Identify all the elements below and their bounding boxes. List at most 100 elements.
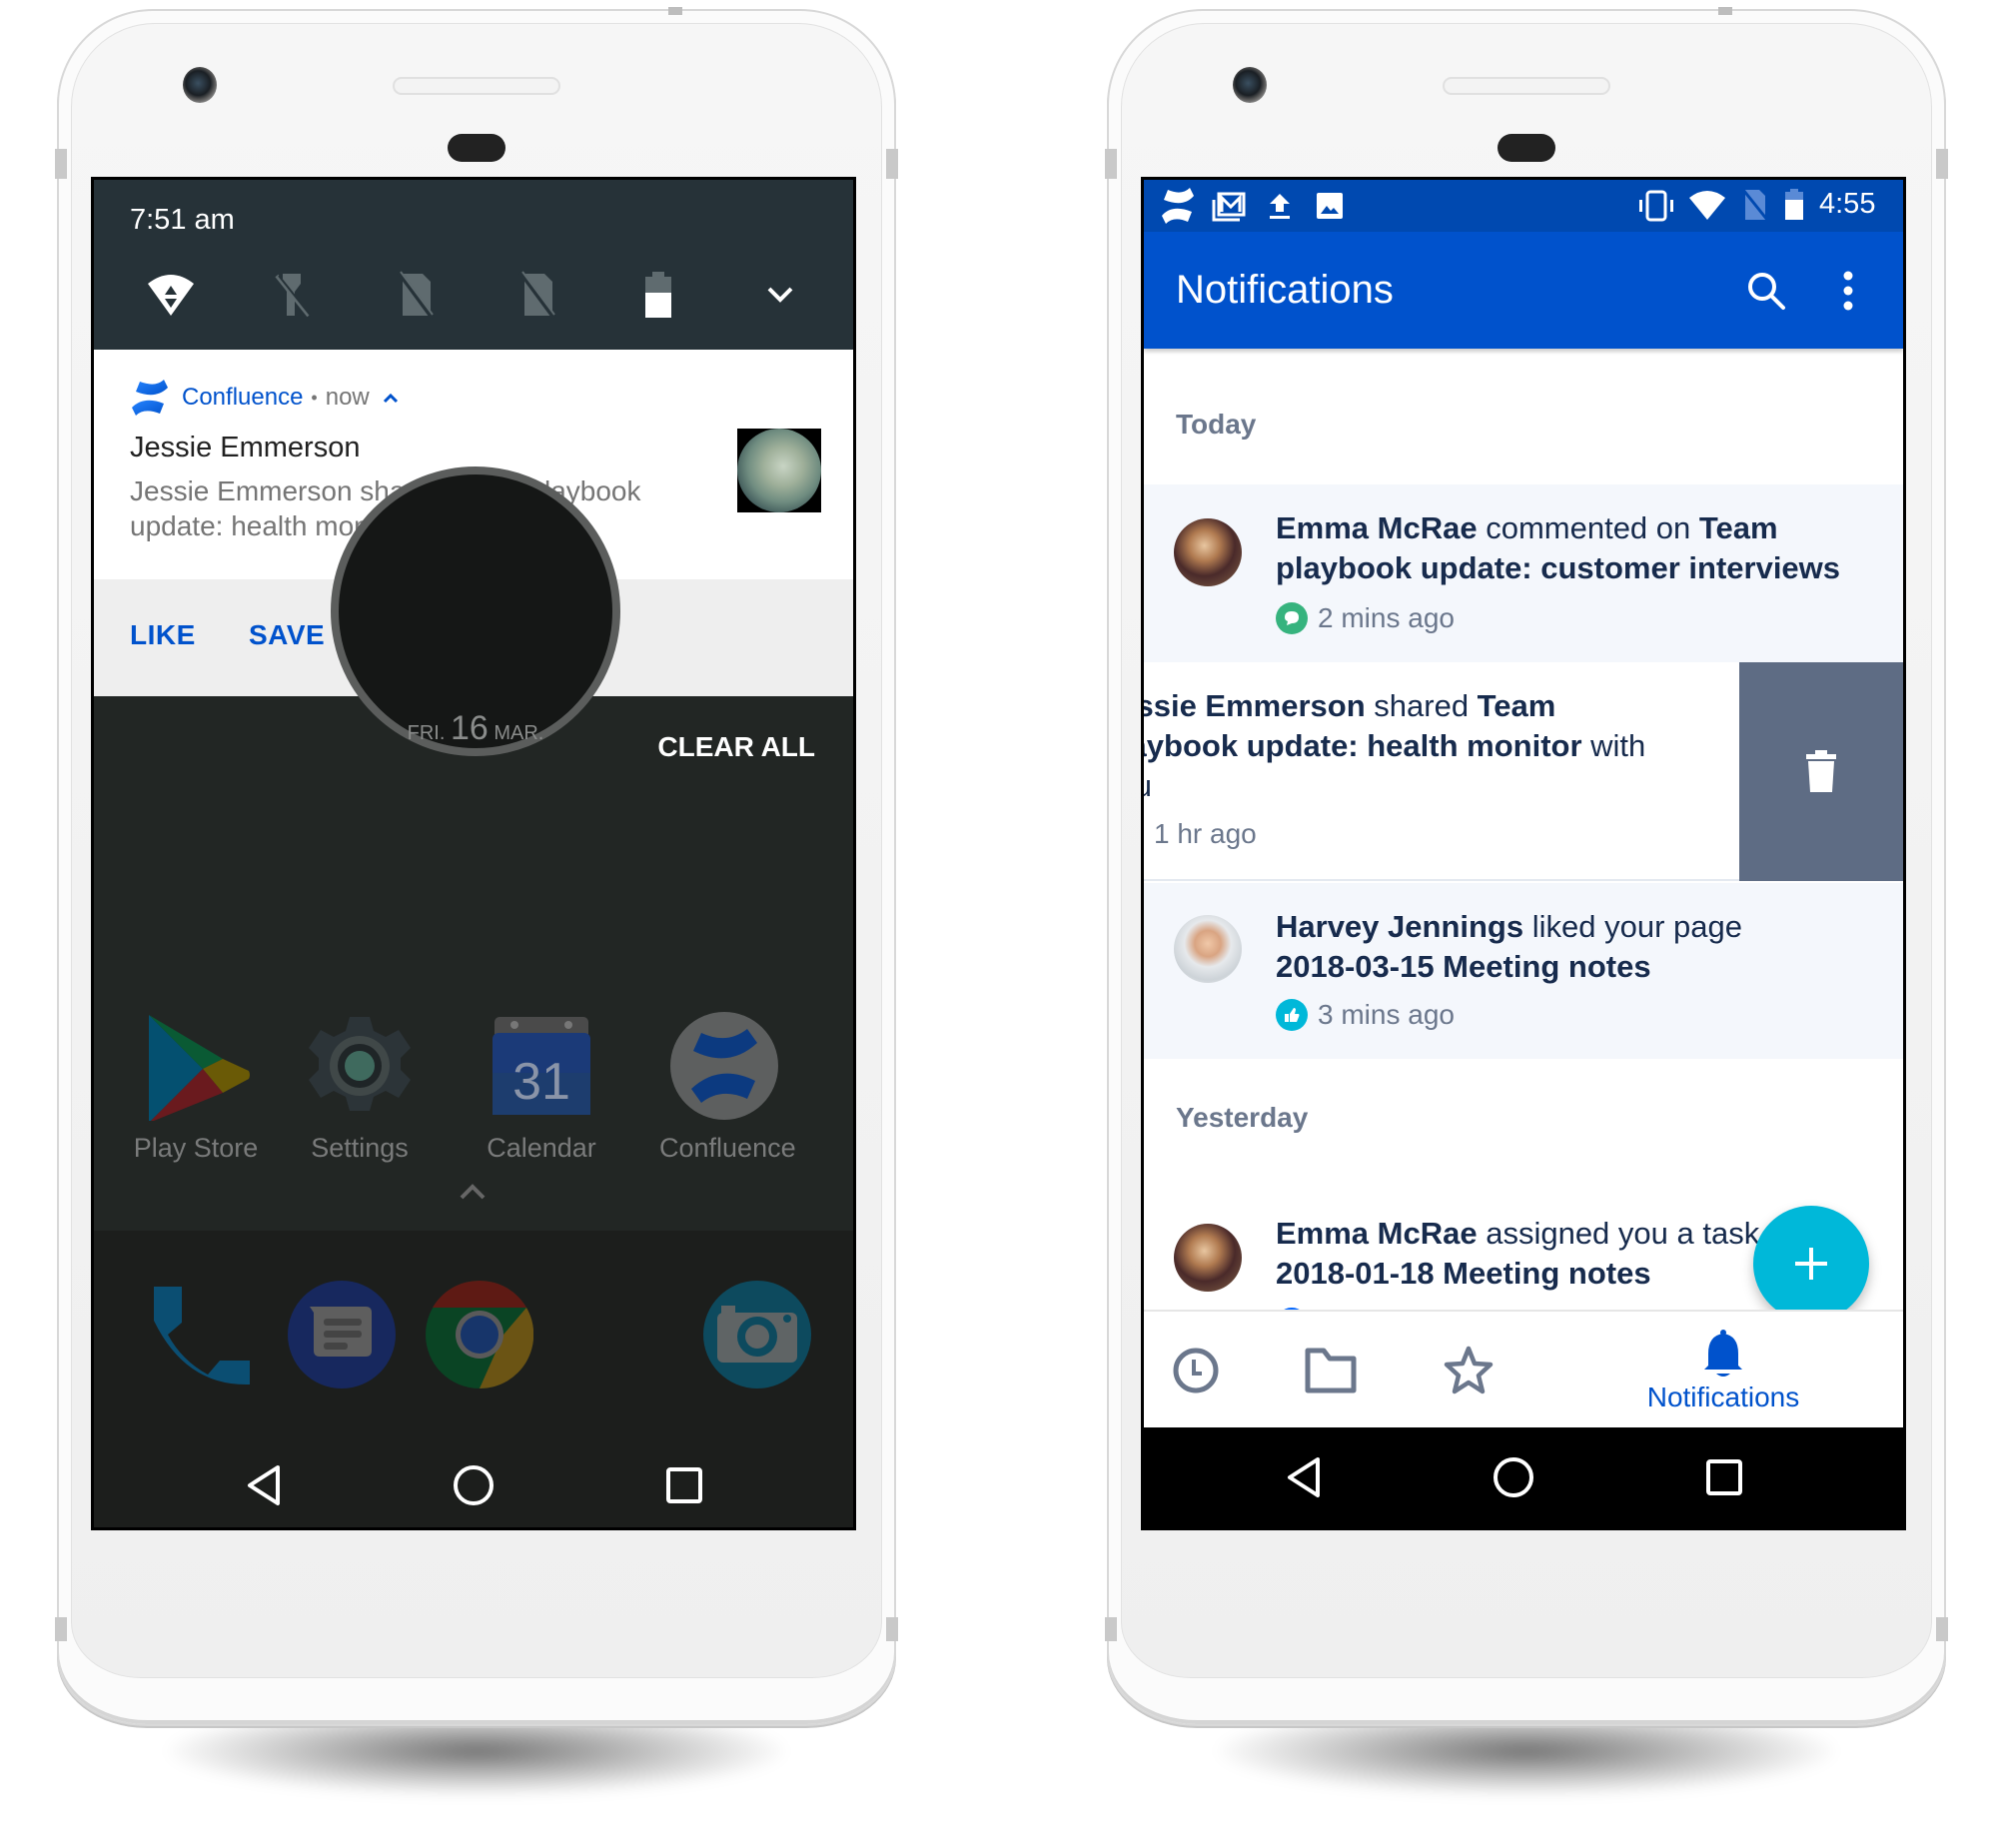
more-options-icon[interactable] <box>1841 270 1855 312</box>
save-action-button[interactable]: SAVE <box>249 619 325 651</box>
proximity-sensor <box>448 134 505 162</box>
wifi-icon[interactable] <box>141 265 201 325</box>
home-button[interactable] <box>1484 1447 1543 1507</box>
notification-target-link[interactable]: 2018-03-15 Meeting notes <box>1276 949 1651 984</box>
earpiece-speaker <box>393 77 560 95</box>
notification-time: 2 mins ago <box>1318 602 1455 633</box>
notification-meta: 3 mins ago <box>1276 999 1455 1031</box>
front-camera <box>1233 67 1267 103</box>
notification-target-link[interactable]: 2018-01-18 Meeting notes <box>1276 1256 1651 1291</box>
side-button <box>1936 149 1948 179</box>
collapse-chevron-icon[interactable] <box>382 392 400 404</box>
like-action-button[interactable]: LIKE <box>130 619 196 651</box>
front-camera <box>183 67 217 103</box>
recents-icon <box>666 1467 702 1503</box>
notification-header: Confluence • now <box>130 378 400 418</box>
left-phone-mockup: 7:51 am Confluence • now Jessie Emmerson… <box>55 7 898 1796</box>
notifications-list: Today Emma McRae commented on Team playb… <box>1144 349 1903 1310</box>
app-label: Calendar <box>487 1133 596 1163</box>
app-play-store[interactable]: Play Store <box>131 1011 261 1164</box>
calendar-badge: 31 <box>512 1053 570 1111</box>
notification-time: 1 hr ago <box>1154 818 1257 849</box>
notification-shade-header: 7:51 am <box>94 180 853 350</box>
recent-clock-icon <box>1173 1348 1219 1393</box>
like-badge-icon <box>1276 999 1308 1031</box>
back-icon <box>248 1465 280 1505</box>
phone-icon[interactable] <box>146 1281 254 1388</box>
back-icon <box>1288 1457 1320 1497</box>
side-button <box>55 149 67 179</box>
notification-item[interactable]: Emma McRae commented on Team playbook up… <box>1144 484 1903 662</box>
chrome-icon[interactable] <box>426 1281 533 1388</box>
notification-app-name: Confluence <box>182 384 304 411</box>
notification-item-swiped[interactable]: Jessie Emmerson shared Team playbook upd… <box>1144 662 1903 881</box>
battery-icon[interactable] <box>628 265 688 325</box>
search-icon[interactable] <box>1745 270 1787 312</box>
recents-button[interactable] <box>1694 1447 1754 1507</box>
notification-text: Jessie Emmerson shared Team playbook upd… <box>1144 686 1661 806</box>
no-sim-icon[interactable] <box>506 265 566 325</box>
back-button[interactable] <box>234 1455 294 1515</box>
nav-tab-saved[interactable] <box>1434 1312 1503 1429</box>
app-label: Confluence <box>659 1133 796 1163</box>
confluence-status-icon <box>1162 188 1194 224</box>
notification-item[interactable]: Harvey Jennings liked your page 2018-03-… <box>1144 883 1903 1059</box>
avatar <box>1174 1224 1242 1292</box>
top-button <box>668 7 682 15</box>
home-icon <box>454 1465 494 1505</box>
clear-all-button[interactable]: CLEAR ALL <box>657 731 815 763</box>
back-button[interactable] <box>1274 1447 1334 1507</box>
vibrate-icon <box>1639 190 1673 222</box>
create-fab-button[interactable] <box>1753 1206 1869 1310</box>
section-header-yesterday: Yesterday <box>1176 1102 1309 1133</box>
star-icon <box>1444 1346 1494 1394</box>
flashlight-off-icon[interactable] <box>263 265 323 325</box>
confluence-icon <box>670 1012 778 1120</box>
wifi-status-icon <box>1689 191 1725 220</box>
app-bar: Notifications <box>1144 232 1903 349</box>
notification-text: Harvey Jennings liked your page 2018-03-… <box>1276 907 1875 987</box>
expand-chevron-icon[interactable] <box>750 265 810 325</box>
app-label: Settings <box>311 1133 409 1163</box>
home-button[interactable] <box>444 1455 503 1515</box>
calendar-icon: 31 <box>493 1017 590 1115</box>
camera-icon[interactable] <box>703 1281 811 1388</box>
avatar <box>1174 518 1242 586</box>
app-calendar[interactable]: 31 Calendar <box>477 1011 606 1164</box>
app-confluence[interactable]: Confluence <box>659 1011 796 1164</box>
plus-icon <box>1795 1248 1827 1280</box>
notification-action: liked your page <box>1523 909 1742 944</box>
app-label: Play Store <box>133 1133 259 1163</box>
nav-tab-notifications[interactable]: Notifications <box>1623 1312 1823 1429</box>
page-title: Notifications <box>1176 268 1394 312</box>
folder-icon <box>1305 1348 1357 1393</box>
delete-swipe-action[interactable] <box>1739 662 1903 881</box>
confluence-logo-icon <box>132 380 168 416</box>
app-drawer-chevron-icon[interactable] <box>458 1183 488 1201</box>
earpiece-speaker <box>1443 77 1610 95</box>
image-status-icon <box>1317 193 1343 219</box>
messages-icon[interactable] <box>288 1281 396 1388</box>
trash-icon <box>1806 749 1836 792</box>
clock-date-number: 16 <box>450 709 489 747</box>
battery-status-icon <box>1785 189 1803 220</box>
gmail-status-icon <box>1212 192 1246 222</box>
proximity-sensor <box>1498 134 1555 162</box>
notification-actor: Emma McRae <box>1276 1216 1478 1251</box>
nav-tab-recent[interactable] <box>1166 1312 1226 1429</box>
nav-tab-spaces[interactable] <box>1296 1312 1366 1429</box>
status-bar: 4:55 <box>1144 180 1903 232</box>
side-button <box>1105 149 1117 179</box>
home-screen: FRI. 16 MAR. CLEAR ALL Play Store Settin… <box>94 466 853 1527</box>
notification-text: Emma McRae commented on Team playbook up… <box>1276 508 1875 588</box>
notification-time: 3 mins ago <box>1318 999 1455 1030</box>
play-store-icon <box>149 1015 250 1121</box>
no-sim-icon[interactable] <box>385 265 445 325</box>
side-button <box>1105 1617 1117 1641</box>
recents-icon <box>1706 1459 1742 1495</box>
side-button <box>886 1617 898 1641</box>
notification-separator: • <box>311 387 318 408</box>
recents-button[interactable] <box>654 1455 714 1515</box>
app-settings[interactable]: Settings <box>295 1011 425 1164</box>
quick-settings-row <box>94 265 853 325</box>
